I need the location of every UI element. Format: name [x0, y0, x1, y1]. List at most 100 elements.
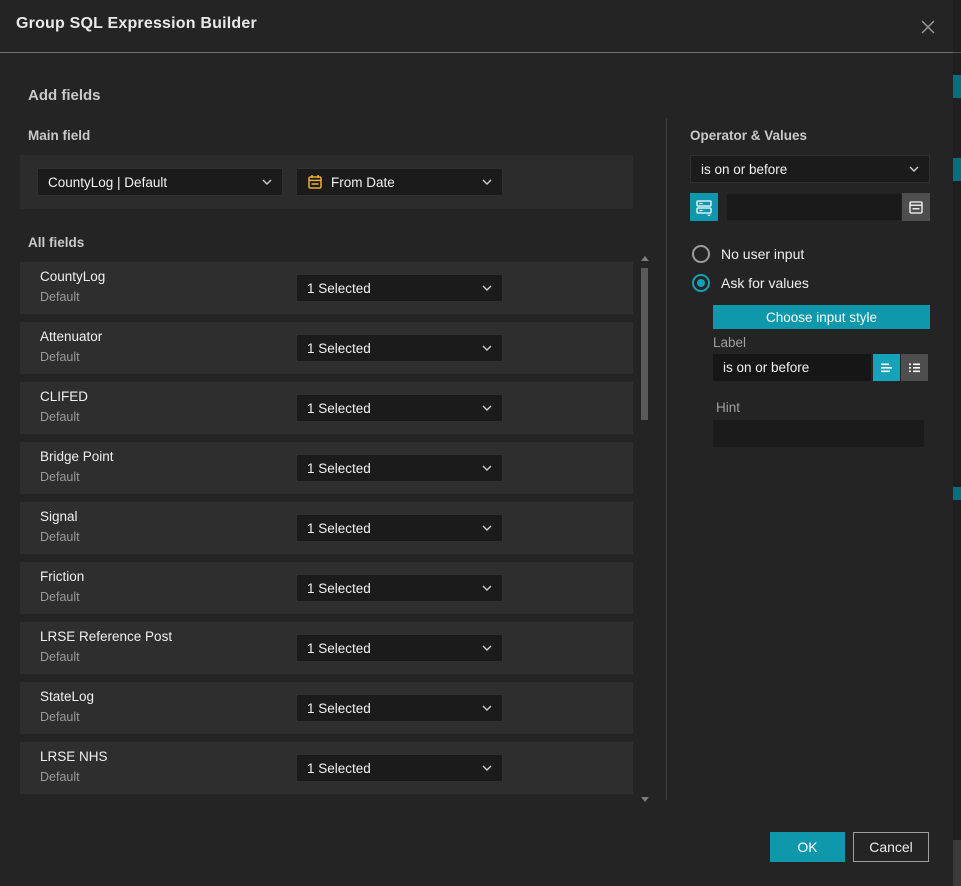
list-input-style-button[interactable] [901, 354, 928, 381]
main-field-select-value: From Date [331, 175, 474, 190]
operator-select-value: is on or before [701, 162, 901, 177]
chevron-down-icon [909, 166, 919, 172]
field-selection-value: 1 Selected [307, 281, 474, 296]
field-selection-value: 1 Selected [307, 401, 474, 416]
list-scrollbar[interactable] [639, 256, 651, 802]
chevron-down-icon [482, 645, 492, 651]
chevron-down-icon [482, 345, 492, 351]
field-layer-sub: Default [40, 590, 80, 604]
main-field-heading: Main field [28, 128, 90, 143]
field-row: LRSE NHS Default 1 Selected [20, 742, 633, 794]
field-name: Attenuator [40, 329, 102, 344]
choose-input-style-button[interactable]: Choose input style [713, 305, 930, 329]
ok-button[interactable]: OK [770, 832, 845, 862]
dialog-titlebar: Group SQL Expression Builder [0, 0, 953, 53]
panel-divider [666, 118, 667, 800]
field-layer-sub: Default [40, 650, 80, 664]
chevron-down-icon [482, 465, 492, 471]
field-row: Bridge Point Default 1 Selected [20, 442, 633, 494]
single-input-style-button[interactable] [873, 354, 900, 381]
date-field-icon [307, 174, 323, 190]
field-row: Signal Default 1 Selected [20, 502, 633, 554]
field-name: CLIFED [40, 389, 88, 404]
field-selection-value: 1 Selected [307, 521, 474, 536]
value-list-icon [695, 198, 713, 216]
background-divider [953, 52, 961, 53]
field-selection-value: 1 Selected [307, 701, 474, 716]
label-field-title: Label [713, 335, 746, 350]
field-row: Attenuator Default 1 Selected [20, 322, 633, 374]
field-row: StateLog Default 1 Selected [20, 682, 633, 734]
field-selection-dropdown[interactable]: 1 Selected [296, 274, 503, 302]
field-layer-sub: Default [40, 530, 80, 544]
scrollbar-thumb[interactable] [641, 268, 648, 420]
main-field-select[interactable]: From Date [296, 168, 503, 196]
radio-label: Ask for values [721, 275, 809, 291]
field-selection-value: 1 Selected [307, 341, 474, 356]
field-layer-sub: Default [40, 470, 80, 484]
field-name: Bridge Point [40, 449, 114, 464]
calendar-picker-button[interactable] [902, 193, 930, 221]
cancel-button[interactable]: Cancel [853, 832, 929, 862]
calendar-icon [908, 199, 924, 215]
chevron-down-icon [482, 765, 492, 771]
background-accent-segment [953, 158, 961, 181]
layer-select-value: CountyLog | Default [48, 175, 254, 190]
bulleted-list-icon [906, 359, 923, 376]
field-layer-sub: Default [40, 410, 80, 424]
field-selection-dropdown[interactable]: 1 Selected [296, 634, 503, 662]
chevron-down-icon [482, 179, 492, 185]
field-name: StateLog [40, 689, 94, 704]
field-selection-dropdown[interactable]: 1 Selected [296, 394, 503, 422]
background-segment [953, 840, 961, 886]
field-selection-value: 1 Selected [307, 461, 474, 476]
field-selection-dropdown[interactable]: 1 Selected [296, 574, 503, 602]
chevron-down-icon [482, 585, 492, 591]
field-name: CountyLog [40, 269, 105, 284]
chevron-down-icon [482, 285, 492, 291]
operator-values-heading: Operator & Values [690, 128, 807, 143]
field-layer-sub: Default [40, 290, 80, 304]
input-type-button[interactable] [690, 193, 718, 221]
field-layer-sub: Default [40, 710, 80, 724]
operator-select[interactable]: is on or before [690, 155, 930, 183]
chevron-down-icon [482, 525, 492, 531]
radio-ask-for-values[interactable]: Ask for values [692, 274, 809, 292]
group-sql-expression-builder-dialog: Group SQL Expression Builder Add fields … [0, 0, 961, 886]
radio-no-user-input[interactable]: No user input [692, 245, 804, 263]
hint-input[interactable] [713, 420, 924, 447]
field-row: Friction Default 1 Selected [20, 562, 633, 614]
field-selection-dropdown[interactable]: 1 Selected [296, 334, 503, 362]
field-selection-dropdown[interactable]: 1 Selected [296, 514, 503, 542]
field-selection-value: 1 Selected [307, 761, 474, 776]
field-name: Signal [40, 509, 78, 524]
label-input[interactable] [713, 354, 871, 381]
background-accent-segment [953, 75, 961, 98]
close-icon [919, 18, 937, 36]
radio-circle-icon [692, 245, 710, 263]
field-row: CLIFED Default 1 Selected [20, 382, 633, 434]
value-date-input[interactable] [726, 193, 902, 221]
background-accent-segment [953, 487, 961, 500]
field-layer-sub: Default [40, 350, 80, 364]
all-fields-list: CountyLog Default 1 Selected Attenuator … [20, 262, 633, 794]
field-name: Friction [40, 569, 84, 584]
field-row: LRSE Reference Post Default 1 Selected [20, 622, 633, 674]
chevron-down-icon [482, 405, 492, 411]
close-button[interactable] [915, 14, 941, 40]
field-selection-dropdown[interactable]: 1 Selected [296, 454, 503, 482]
field-layer-sub: Default [40, 770, 80, 784]
field-selection-dropdown[interactable]: 1 Selected [296, 694, 503, 722]
field-selection-value: 1 Selected [307, 581, 474, 596]
main-field-panel: CountyLog | Default From Date [20, 155, 633, 209]
hint-field-title: Hint [716, 400, 740, 415]
radio-circle-selected-icon [692, 274, 710, 292]
field-selection-dropdown[interactable]: 1 Selected [296, 754, 503, 782]
chevron-down-icon [262, 179, 272, 185]
radio-label: No user input [721, 246, 804, 262]
scroll-down-arrow[interactable] [641, 797, 649, 802]
align-left-icon [878, 359, 895, 376]
layer-select[interactable]: CountyLog | Default [37, 168, 283, 196]
scroll-up-arrow[interactable] [641, 256, 649, 261]
background-app-strip [953, 0, 961, 886]
